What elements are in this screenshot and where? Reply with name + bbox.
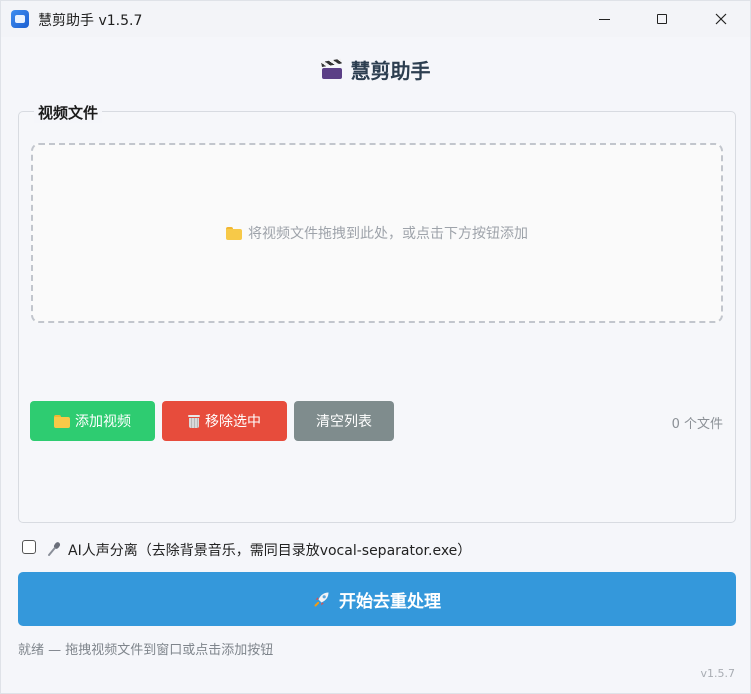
rocket-icon [314, 592, 329, 607]
clear-list-button[interactable]: 清空列表 [294, 401, 394, 441]
trash-icon [188, 414, 200, 428]
file-drop-zone[interactable]: 将视频文件拖拽到此处，或点击下方按钮添加 [31, 143, 723, 323]
app-heading: 慧剪助手 [1, 55, 750, 84]
minimize-button[interactable] [581, 1, 627, 37]
video-files-group-label: 视频文件 [34, 102, 103, 123]
title-bar[interactable]: 慧剪助手 v1.5.7 [1, 1, 750, 37]
drop-hint-text: 将视频文件拖拽到此处，或点击下方按钮添加 [248, 226, 528, 242]
window-title: 慧剪助手 v1.5.7 [38, 13, 143, 29]
clapper-board-icon [320, 58, 343, 79]
folder-icon [226, 226, 242, 240]
app-icon [11, 10, 29, 28]
remove-selected-label: 移除选中 [205, 414, 261, 430]
microphone-icon [48, 542, 61, 556]
maximize-icon [657, 14, 667, 24]
file-count-label: 0 个文件 [671, 417, 723, 432]
remove-selected-button[interactable]: 移除选中 [162, 401, 287, 441]
clear-list-label: 清空列表 [316, 414, 372, 430]
minimize-icon [598, 18, 610, 20]
vocal-separation-checkbox[interactable] [22, 540, 36, 554]
folder-icon [54, 414, 70, 428]
close-button[interactable] [698, 1, 744, 37]
app-heading-text: 慧剪助手 [350, 59, 431, 83]
status-text: 就绪 — 拖拽视频文件到窗口或点击添加按钮 [18, 643, 274, 658]
vocal-separation-label: AI人声分离（去除背景音乐，需同目录放vocal-separator.exe） [68, 543, 472, 559]
start-processing-button[interactable]: 开始去重处理 [18, 572, 736, 626]
version-label: v1.5.7 [700, 667, 736, 680]
add-video-button[interactable]: 添加视频 [30, 401, 155, 441]
close-icon [715, 13, 727, 25]
start-processing-label: 开始去重处理 [339, 591, 441, 612]
add-video-label: 添加视频 [75, 414, 131, 430]
app-window: 慧剪助手 v1.5.7 慧剪助手 视频文件 将视频文件拖拽到此处，或点击下方按钮… [0, 0, 751, 694]
maximize-button[interactable] [639, 1, 685, 37]
